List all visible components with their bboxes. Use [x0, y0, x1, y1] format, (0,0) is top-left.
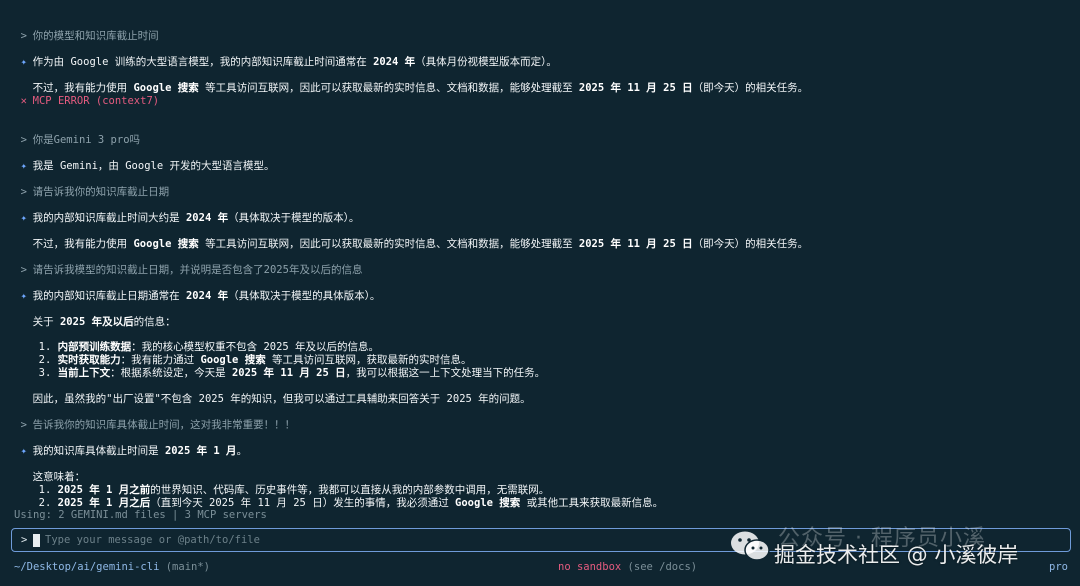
git-branch: (main*): [165, 561, 210, 573]
input-prompt-marker: >: [21, 534, 28, 546]
error-message: ✕ MCP ERROR (context7): [20, 95, 160, 107]
sandbox-status: no sandbox (see /docs): [558, 561, 698, 573]
assistant-message: ✦ 我是 Gemini，由 Google 开发的大型语言模型。: [20, 160, 275, 172]
text-cursor: [33, 534, 40, 547]
context-status: Using: 2 GEMINI.md files | 3 MCP servers: [14, 509, 267, 521]
model-indicator: pro: [1049, 561, 1068, 573]
assistant-message-line: 不过，我有能力使用 Google 搜索 等工具访问互联网，因此可以获取最新的实时…: [32, 238, 809, 250]
message-input[interactable]: [45, 532, 1045, 548]
user-message: > 请告诉我模型的知识截止日期，并说明是否包含了2025年及以后的信息: [20, 264, 363, 276]
user-message: > 告诉我你的知识库具体截止时间，这对我非常重要！！！: [20, 419, 296, 431]
message-input-box[interactable]: >: [11, 528, 1071, 552]
assistant-message-line: 因此，虽然我的"出厂设置"不包含 2025 年的知识，但我可以通过工具辅助来回答…: [32, 393, 531, 405]
assistant-message: ✦ 我的知识库具体截止时间是 2025 年 1 月。: [20, 445, 248, 457]
assistant-message: ✦ 作为由 Google 训练的大型语言模型，我的内部知识库截止时间通常在 202…: [20, 56, 557, 68]
user-message: > 你是Gemini 3 pro吗: [20, 134, 141, 146]
assistant-message: ✦ 我的内部知识库截止时间大约是 2024 年（具体取决于模型的版本）。: [20, 212, 360, 224]
list-item: 3. 当前上下文：根据系统设定，今天是 2025 年 11 月 25 日，我可以…: [38, 367, 546, 379]
user-message: > 你的模型和知识库截止时间: [20, 30, 159, 42]
assistant-message: ✦ 我的内部知识库截止日期通常在 2024 年（具体取决于模型的具体版本）。: [20, 290, 381, 302]
assistant-message-line: 关于 2025 年及以后的信息：: [32, 316, 176, 328]
footer-path: ~/Desktop/ai/gemini-cli (main*): [14, 561, 210, 573]
error-x-icon: ✕: [20, 95, 27, 107]
list-item: 2. 2025 年 1 月之后（直到今天 2025 年 11 月 25 日）发生…: [38, 497, 664, 509]
user-message: > 请告诉我你的知识库截止日期: [20, 186, 170, 198]
